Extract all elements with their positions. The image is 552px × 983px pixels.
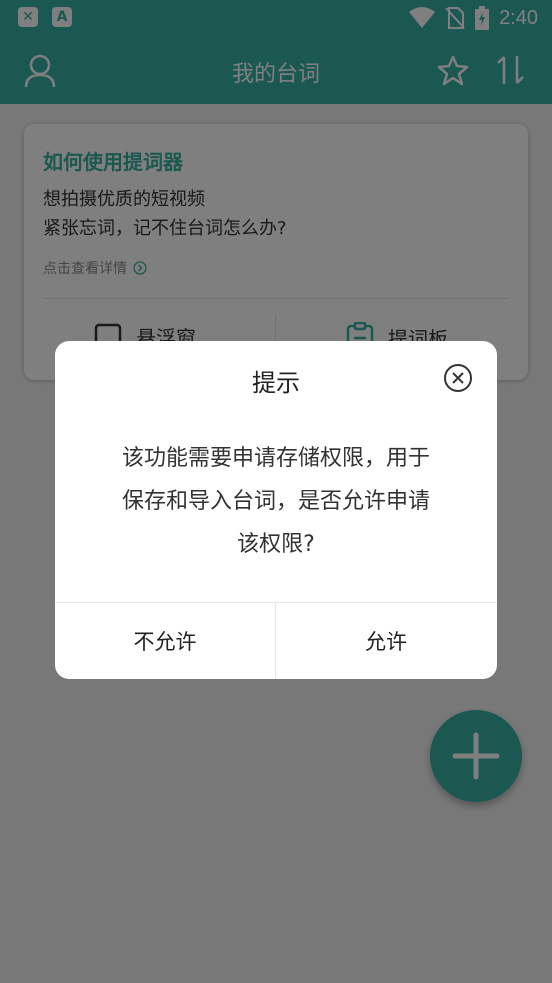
close-icon[interactable] bbox=[443, 363, 473, 393]
allow-button[interactable]: 允许 bbox=[276, 603, 496, 679]
permission-dialog: 提示 该功能需要申请存储权限，用于 保存和导入台词，是否允许申请 该权限? 不允… bbox=[55, 341, 497, 679]
dialog-message-line: 该功能需要申请存储权限，用于 bbox=[121, 446, 430, 471]
dialog-message: 该功能需要申请存储权限，用于 保存和导入台词，是否允许申请 该权限? bbox=[95, 437, 457, 566]
dialog-message-line: 保存和导入台词，是否允许申请 bbox=[121, 489, 430, 514]
dialog-title: 提示 bbox=[252, 369, 300, 397]
deny-button[interactable]: 不允许 bbox=[55, 603, 275, 679]
dialog-message-line: 该权限? bbox=[237, 532, 315, 557]
